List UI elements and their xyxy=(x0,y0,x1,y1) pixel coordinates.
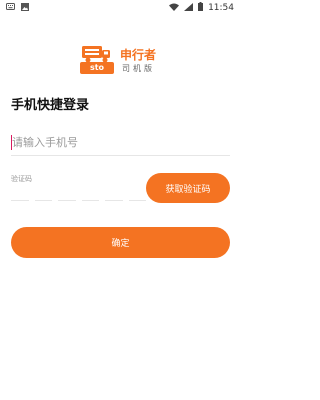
status-bar: 11:54 xyxy=(0,0,240,16)
code-digit-slot xyxy=(105,200,123,201)
logo-badge: sto xyxy=(80,62,114,74)
page-title: 手机快捷登录 xyxy=(11,98,90,113)
confirm-button[interactable]: 确定 xyxy=(11,227,230,258)
text-caret xyxy=(11,135,12,150)
battery-icon xyxy=(198,2,204,14)
verification-code-input[interactable] xyxy=(11,182,146,200)
status-left xyxy=(6,2,29,14)
status-right: 11:54 xyxy=(169,2,234,14)
keyboard-icon xyxy=(6,3,15,13)
signal-icon xyxy=(184,2,194,14)
app-logo: sto 申行者 司机版 xyxy=(78,44,162,76)
verification-code-digits xyxy=(11,200,146,202)
code-digit-slot xyxy=(11,200,29,201)
brand-subtitle: 司机版 xyxy=(122,64,155,73)
code-digit-slot xyxy=(34,200,52,201)
image-icon xyxy=(21,2,29,14)
phone-input[interactable] xyxy=(11,130,230,156)
status-time: 11:54 xyxy=(208,3,234,13)
code-digit-slot xyxy=(81,200,99,201)
wifi-icon xyxy=(169,3,180,14)
brand-name: 申行者 xyxy=(120,48,157,62)
code-digit-slot xyxy=(128,200,146,201)
get-code-button[interactable]: 获取验证码 xyxy=(146,173,230,203)
code-digit-slot xyxy=(58,200,76,201)
